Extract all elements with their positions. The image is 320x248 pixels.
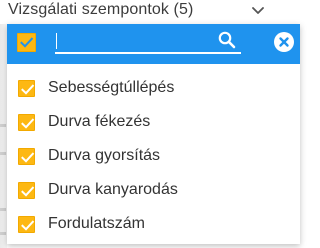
option-label: Fordulatszám [48, 215, 145, 232]
checkmark-icon [21, 84, 35, 95]
search-input-container[interactable] [55, 30, 241, 54]
option-item[interactable]: Durva fékezés [7, 105, 300, 139]
option-checkbox[interactable] [18, 216, 35, 233]
option-label: Durva kanyarodás [48, 181, 178, 198]
option-checkbox[interactable] [18, 182, 35, 199]
select-field[interactable]: Vizsgálati szempontok (5) [0, 0, 300, 24]
checkmark-icon [21, 152, 35, 163]
checkmark-icon [21, 186, 35, 197]
clear-button[interactable] [274, 32, 294, 52]
select-all-checkbox[interactable] [17, 33, 36, 52]
close-icon [279, 37, 289, 47]
option-checkbox[interactable] [18, 114, 35, 131]
option-checkbox[interactable] [18, 148, 35, 165]
option-item[interactable]: Fordulatszám [7, 207, 300, 241]
background-page-edge [0, 24, 7, 248]
option-checkbox[interactable] [18, 80, 35, 97]
select-label: Vizsgálati szempontok (5) [8, 1, 194, 18]
option-item[interactable]: Sebességtúllépés [7, 71, 300, 105]
option-label: Durva gyorsítás [48, 147, 161, 164]
checkmark-icon [20, 37, 34, 48]
option-label: Sebességtúllépés [48, 79, 175, 96]
search-icon[interactable] [217, 30, 237, 50]
dropdown-panel: Sebességtúllépés Durva fékezés Durva gyo… [7, 24, 300, 244]
option-item[interactable]: Durva kanyarodás [7, 173, 300, 207]
text-cursor [56, 33, 57, 49]
search-input[interactable] [59, 32, 209, 50]
option-item[interactable]: Durva gyorsítás [7, 139, 300, 173]
checkmark-icon [21, 220, 35, 231]
checkmark-icon [21, 118, 35, 129]
dropdown-header [7, 24, 300, 64]
chevron-down-icon[interactable] [250, 4, 266, 18]
option-label: Durva fékezés [48, 113, 151, 130]
